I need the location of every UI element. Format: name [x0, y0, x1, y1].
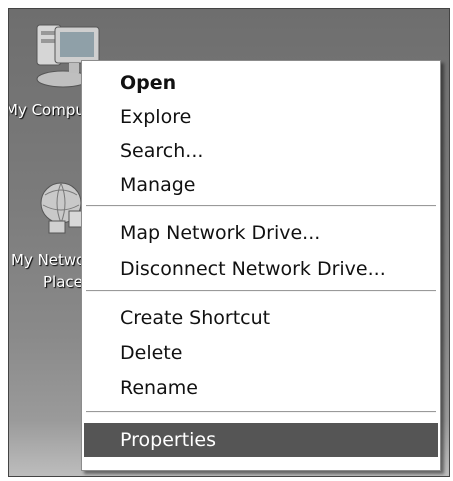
desktop: My Computer My Network Places Open Explo…	[8, 8, 450, 477]
menu-item-explore[interactable]: Explore	[84, 100, 438, 134]
menu-item-disconnect-network-drive[interactable]: Disconnect Network Drive...	[84, 252, 438, 286]
menu-item-rename[interactable]: Rename	[84, 371, 438, 405]
menu-separator	[86, 290, 436, 292]
menu-item-create-shortcut[interactable]: Create Shortcut	[84, 301, 438, 335]
context-menu: Open Explore Search... Manage Map Networ…	[81, 60, 441, 471]
menu-item-open[interactable]: Open	[84, 66, 438, 100]
menu-item-manage[interactable]: Manage	[84, 168, 438, 202]
menu-item-delete[interactable]: Delete	[84, 336, 438, 370]
menu-separator	[86, 205, 436, 207]
menu-item-search[interactable]: Search...	[84, 134, 438, 168]
menu-item-properties[interactable]: Properties	[84, 423, 438, 457]
menu-separator	[86, 411, 436, 413]
menu-item-map-network-drive[interactable]: Map Network Drive...	[84, 216, 438, 250]
